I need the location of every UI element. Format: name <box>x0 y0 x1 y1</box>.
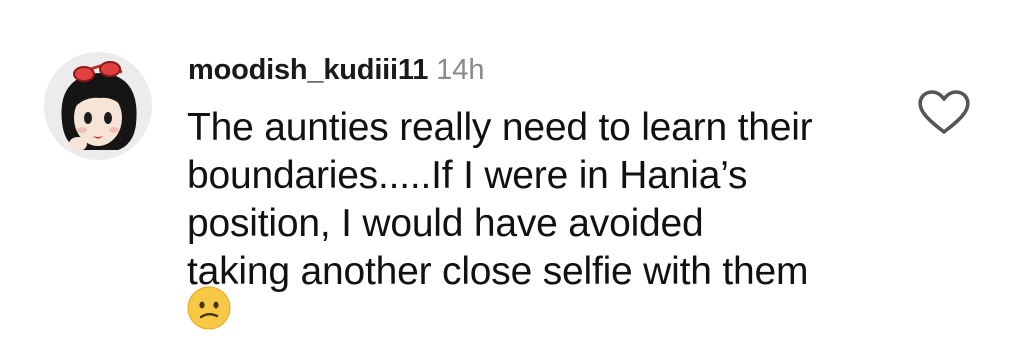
heart-outline-icon <box>918 90 970 134</box>
username-link[interactable]: moodish_kudiii11 <box>188 54 428 87</box>
comment-text-line: boundaries.....If I were in Hania’s <box>187 154 748 197</box>
avatar[interactable] <box>44 52 152 160</box>
timestamp: 14h <box>436 54 485 86</box>
like-button[interactable] <box>916 88 972 136</box>
comment-text: The aunties really need to learn their b… <box>187 104 887 296</box>
comment-text-line: position, I would have avoided <box>187 202 704 245</box>
comment-meta: moodish_kudiii11 14h <box>188 54 485 90</box>
cartoon-girl-avatar-icon <box>44 52 152 160</box>
confused-face-emoji-icon <box>187 286 231 330</box>
comment-item: moodish_kudiii11 14h The aunties really … <box>0 0 1024 343</box>
comment-text-line: taking another close selfie with them <box>187 250 809 293</box>
comment-text-line: The aunties really need to learn their <box>187 106 813 149</box>
